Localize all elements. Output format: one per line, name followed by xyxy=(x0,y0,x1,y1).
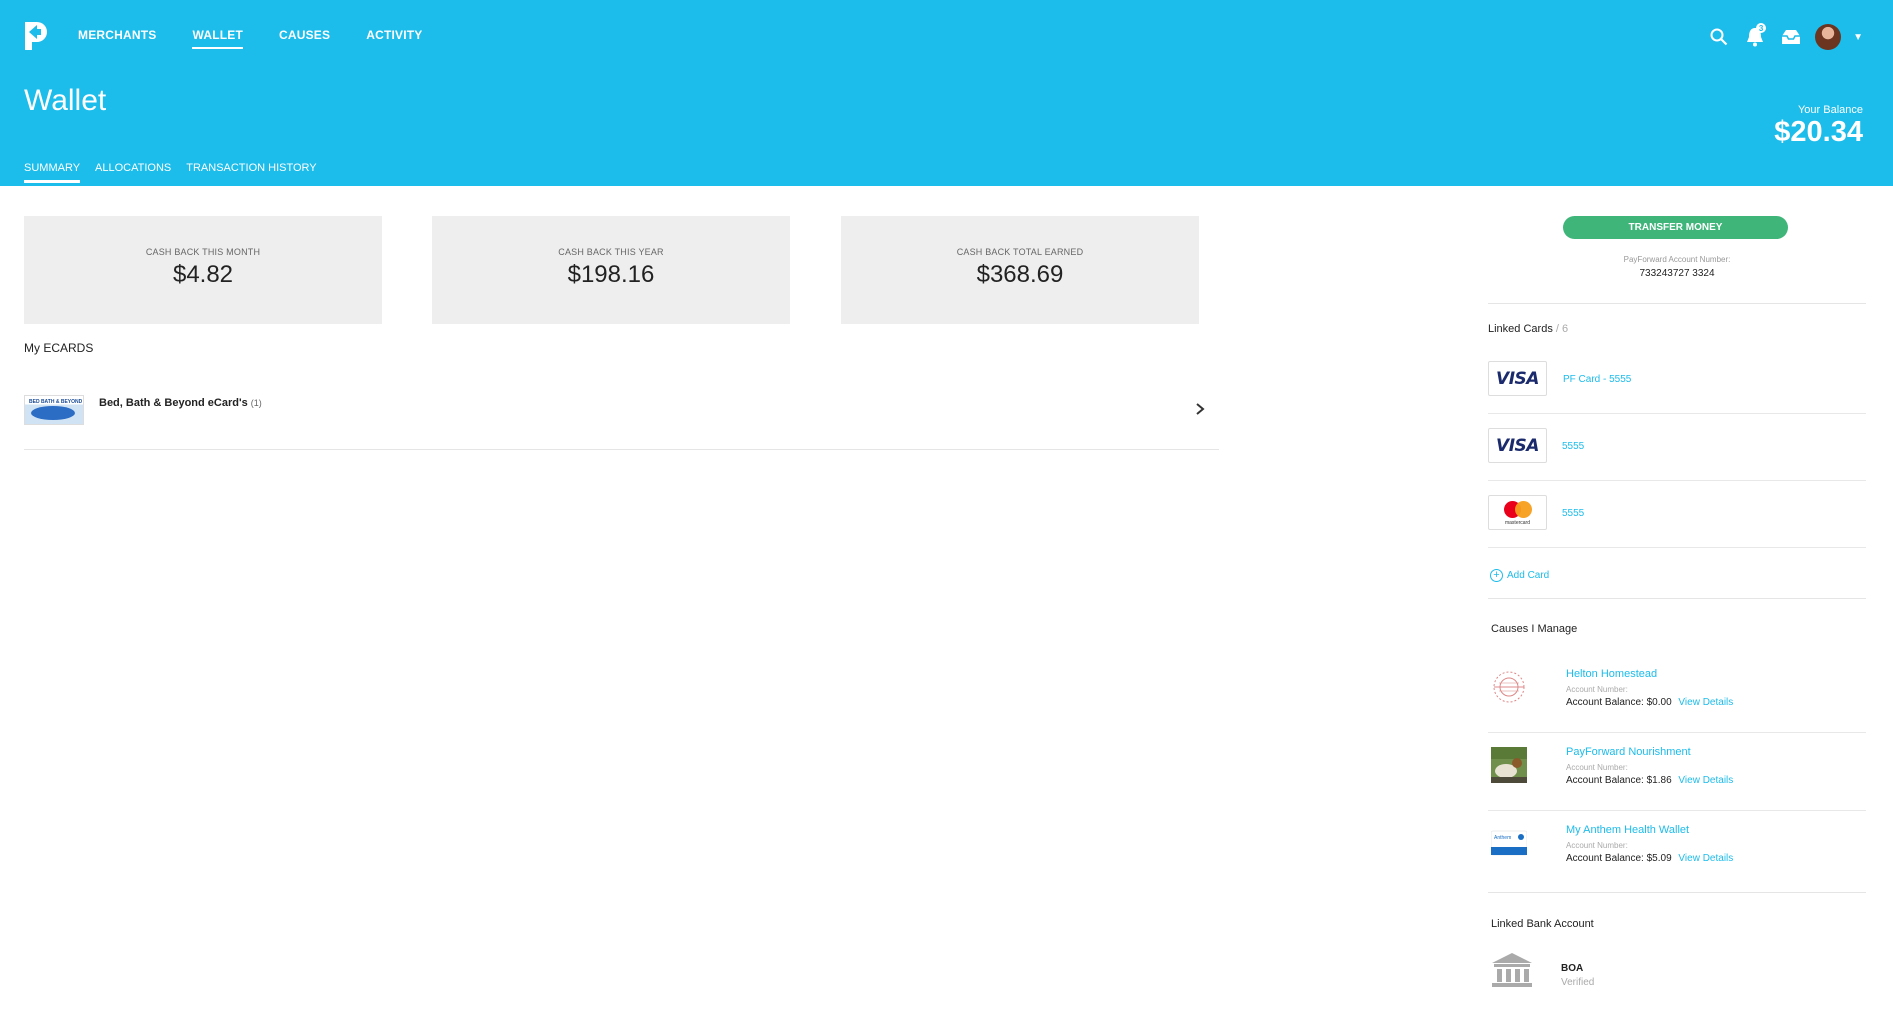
nav-item-wallet[interactable]: WALLET xyxy=(192,28,243,49)
ecard-name-text: Bed, Bath & Beyond eCard's xyxy=(99,397,248,409)
stat-cash-back-year: CASH BACK THIS YEAR $198.16 xyxy=(432,216,790,324)
cause-balance-label: Account Balance: xyxy=(1566,697,1644,708)
bank-icon xyxy=(1492,953,1532,987)
balance: Your Balance $20.34 xyxy=(1774,104,1863,148)
divider xyxy=(1488,303,1866,304)
nav-item-activity[interactable]: ACTIVITY xyxy=(366,28,422,49)
chevron-right-icon[interactable] xyxy=(1195,402,1205,421)
stat-cash-back-month: CASH BACK THIS MONTH $4.82 xyxy=(24,216,382,324)
divider xyxy=(1488,598,1866,599)
page-title: Wallet xyxy=(24,84,107,117)
transfer-money-button[interactable]: TRANSFER MONEY xyxy=(1563,216,1788,239)
divider xyxy=(1488,892,1866,893)
card-label[interactable]: 5555 xyxy=(1562,441,1584,452)
cause-balance-label: Account Balance: xyxy=(1566,853,1644,864)
tab-allocations[interactable]: ALLOCATIONS xyxy=(95,162,171,183)
linked-cards-title: Linked Cards / 6 xyxy=(1488,323,1568,335)
top-icons: 3 ▼ xyxy=(1707,23,1863,50)
bank-name: BOA xyxy=(1561,963,1584,974)
header: MERCHANTS WALLET CAUSES ACTIVITY 3 ▼ Wal… xyxy=(0,0,1893,186)
chevron-down-icon[interactable]: ▼ xyxy=(1853,32,1863,43)
linked-card-row[interactable]: VISA PF Card - 5555 xyxy=(1488,347,1866,414)
cause-row: Helton Homestead Account Number: Account… xyxy=(1488,655,1866,733)
stat-label: CASH BACK THIS YEAR xyxy=(558,247,664,257)
tab-transaction-history[interactable]: TRANSACTION HISTORY xyxy=(186,162,316,183)
cause-balance: Account Balance: $1.86 View Details xyxy=(1566,775,1733,786)
tab-summary[interactable]: SUMMARY xyxy=(24,162,81,183)
view-details-link[interactable]: View Details xyxy=(1678,853,1733,864)
anthem-health-card: Anthem xyxy=(1491,830,1527,856)
account-number: 733243727 3324 xyxy=(1639,268,1715,279)
balance-label: Your Balance xyxy=(1797,104,1863,116)
stat-label: CASH BACK TOTAL EARNED xyxy=(956,247,1084,257)
cause-balance-value: $5.09 xyxy=(1646,853,1672,864)
svg-text:Anthem: Anthem xyxy=(1494,835,1511,841)
nav-item-merchants[interactable]: MERCHANTS xyxy=(78,28,156,49)
ecard-row[interactable]: BED BATH & BEYOND Bed, Bath & Beyond eCa… xyxy=(24,380,1219,450)
search-icon[interactable] xyxy=(1707,25,1731,49)
cause-account-label: Account Number: xyxy=(1566,763,1628,772)
ecards-title: My ECARDS xyxy=(24,341,94,355)
linked-bank-title: Linked Bank Account xyxy=(1491,918,1594,930)
visa-logo: VISA xyxy=(1488,428,1547,463)
wallet-tabs: SUMMARY ALLOCATIONS TRANSACTION HISTORY xyxy=(24,162,332,183)
linked-cards-label: Linked Cards xyxy=(1488,323,1553,335)
cause-balance-value: $0.00 xyxy=(1646,697,1672,708)
view-details-link[interactable]: View Details xyxy=(1678,697,1733,708)
cause-row: PayForward Nourishment Account Number: A… xyxy=(1488,733,1866,811)
cause-name[interactable]: PayForward Nourishment xyxy=(1566,746,1691,758)
account-number-label: PayForward Account Number: xyxy=(1623,255,1731,264)
stat-value: $368.69 xyxy=(976,261,1064,288)
ecard-count: (1) xyxy=(250,398,262,408)
inbox-icon[interactable] xyxy=(1779,25,1803,49)
card-label[interactable]: 5555 xyxy=(1562,508,1584,519)
cause-name[interactable]: Helton Homestead xyxy=(1566,668,1657,680)
bell-icon[interactable]: 3 xyxy=(1743,23,1767,49)
cause-row: Anthem My Anthem Health Wallet Account N… xyxy=(1488,811,1866,889)
cause-balance: Account Balance: $5.09 View Details xyxy=(1566,853,1733,864)
cause-balance-value: $1.86 xyxy=(1646,775,1672,786)
cause-balance: Account Balance: $0.00 View Details xyxy=(1566,697,1733,708)
causes-title: Causes I Manage xyxy=(1491,623,1578,635)
stat-value: $4.82 xyxy=(172,261,234,288)
mastercard-logo: mastercard xyxy=(1488,495,1547,530)
visa-logo-text: VISA xyxy=(1496,435,1539,456)
stat-value: $198.16 xyxy=(567,261,655,288)
payforward-nourishment-photo xyxy=(1491,747,1527,783)
avatar[interactable] xyxy=(1815,24,1842,50)
linked-card-row[interactable]: mastercard 5555 xyxy=(1488,481,1866,548)
view-details-link[interactable]: View Details xyxy=(1678,775,1733,786)
bank-status: Verified xyxy=(1561,977,1595,988)
plus-circle-icon: + xyxy=(1490,569,1503,582)
add-card-button[interactable]: + Add Card xyxy=(1490,569,1549,582)
ecard-thumbnail: BED BATH & BEYOND xyxy=(24,395,84,425)
helton-homestead-logo xyxy=(1493,671,1525,703)
visa-logo-text: VISA xyxy=(1496,368,1539,389)
mastercard-logo-text: mastercard xyxy=(1504,519,1530,526)
main-nav: MERCHANTS WALLET CAUSES ACTIVITY xyxy=(78,28,459,49)
payforward-logo[interactable] xyxy=(22,20,48,52)
linked-card-row[interactable]: VISA 5555 xyxy=(1488,414,1866,481)
cause-account-label: Account Number: xyxy=(1566,685,1628,694)
linked-cards-count: / 6 xyxy=(1552,323,1569,335)
ecard-thumb-text: BED BATH & BEYOND xyxy=(29,399,83,405)
nav-item-causes[interactable]: CAUSES xyxy=(279,28,330,49)
visa-logo: VISA xyxy=(1488,361,1547,396)
balance-value: $20.34 xyxy=(1774,116,1863,148)
cause-account-label: Account Number: xyxy=(1566,841,1628,850)
add-card-label: Add Card xyxy=(1507,570,1550,581)
cause-name[interactable]: My Anthem Health Wallet xyxy=(1566,824,1689,836)
card-label[interactable]: PF Card - 5555 xyxy=(1563,374,1631,385)
stat-cash-back-total: CASH BACK TOTAL EARNED $368.69 xyxy=(841,216,1199,324)
stat-label: CASH BACK THIS MONTH xyxy=(145,247,261,257)
cause-balance-label: Account Balance: xyxy=(1566,775,1644,786)
ecard-name: Bed, Bath & Beyond eCard's (1) xyxy=(99,397,262,409)
